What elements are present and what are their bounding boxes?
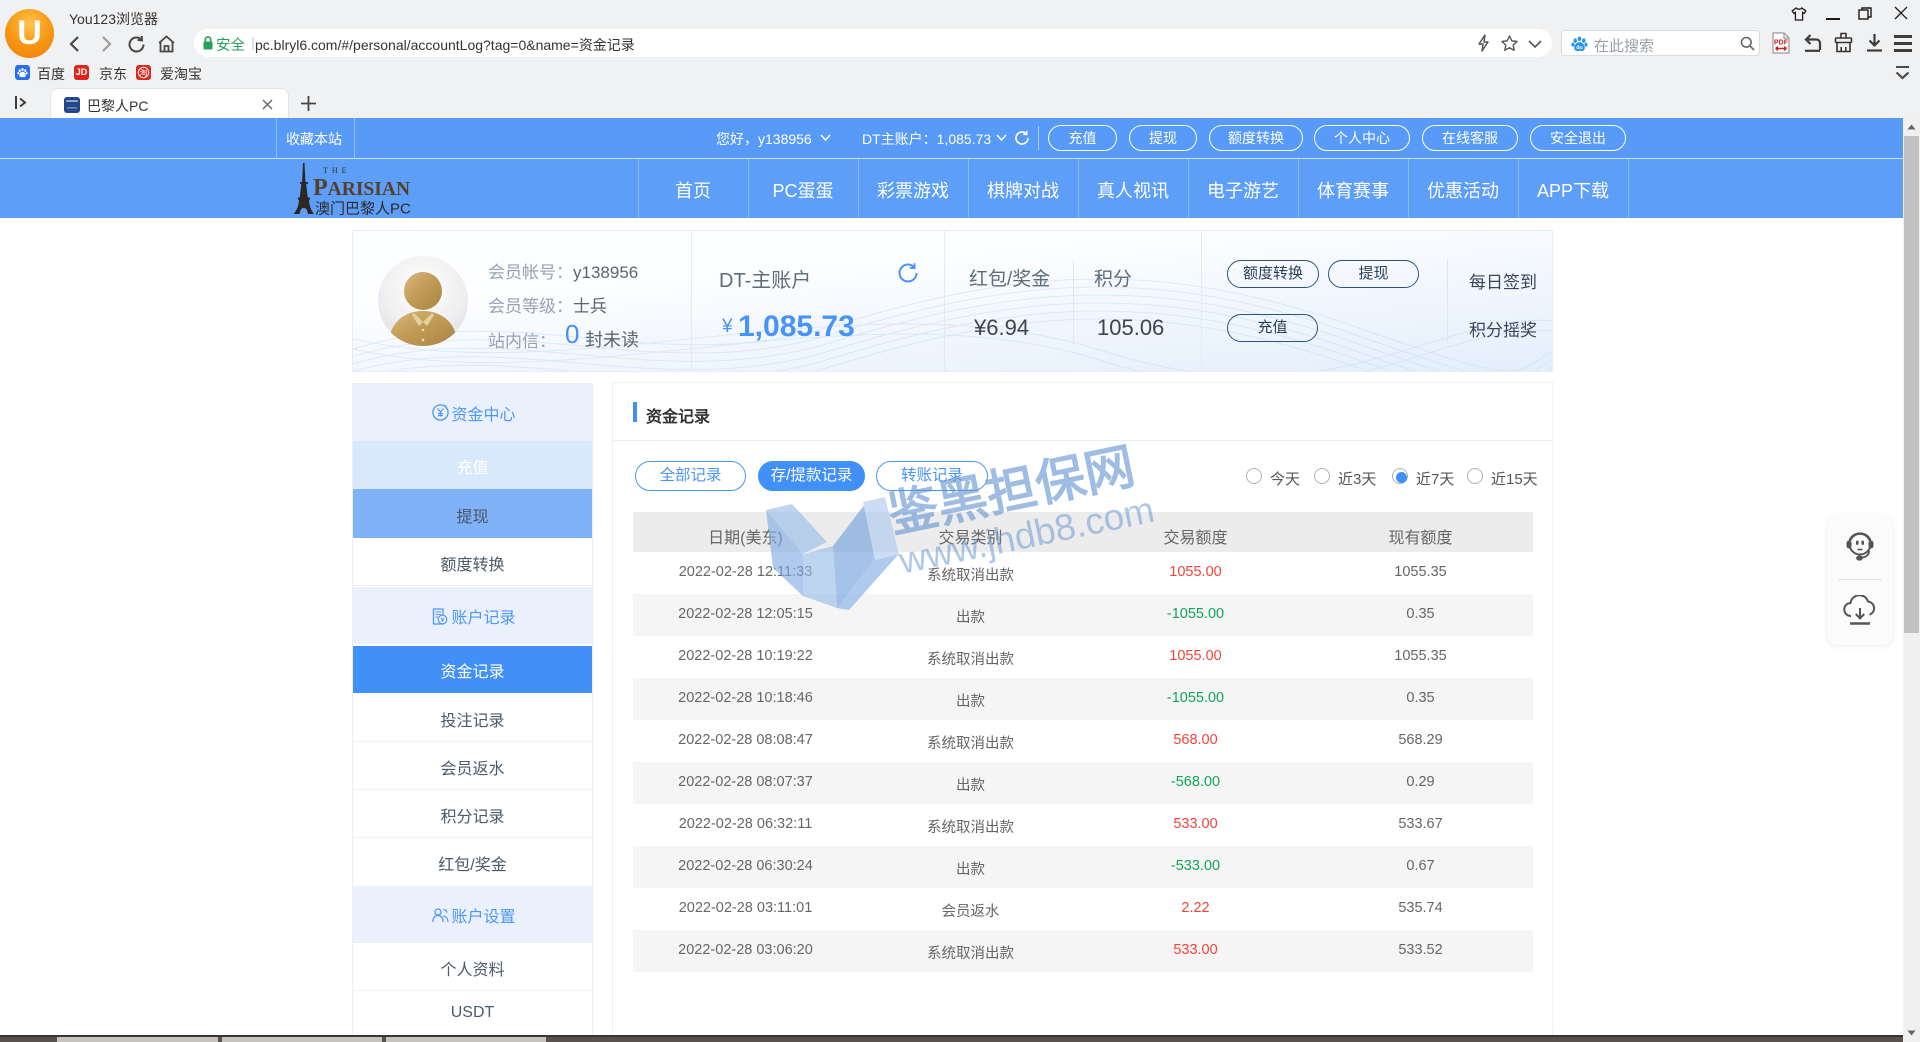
svg-text:淘: 淘 — [140, 68, 148, 78]
svg-text:PARISIAN: PARISIAN — [313, 175, 410, 201]
svg-text:PDF: PDF — [1774, 40, 1789, 47]
svg-text:THE: THE — [323, 166, 351, 175]
svg-text:澳门巴黎人PC: 澳门巴黎人PC — [315, 201, 411, 218]
svg-text:du: du — [1576, 45, 1582, 51]
